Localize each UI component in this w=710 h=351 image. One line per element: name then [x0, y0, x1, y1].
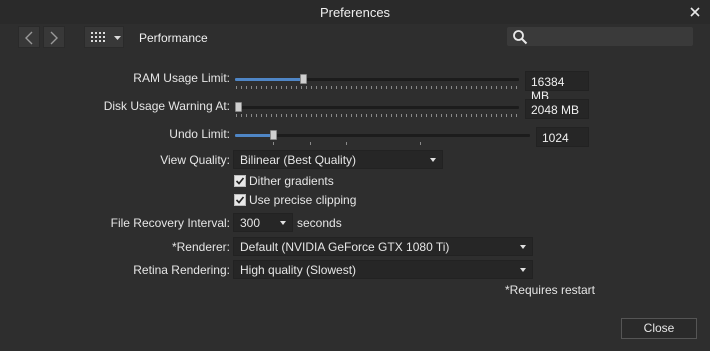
undo-limit-slider-handle[interactable] — [270, 130, 277, 140]
view-quality-label: View Quality: — [160, 153, 230, 167]
forward-button[interactable] — [43, 26, 65, 48]
caret-down-icon — [114, 36, 121, 40]
grid-icon — [91, 32, 105, 42]
undo-limit-field[interactable]: 1024 — [536, 127, 589, 147]
disk-warning-field[interactable]: 2048 MB — [525, 99, 589, 119]
disk-warning-ticks — [236, 114, 518, 117]
dropdown-arrow-icon — [430, 158, 436, 162]
retina-rendering-dropdown[interactable]: High quality (Slowest) — [233, 260, 533, 279]
undo-tick — [310, 142, 311, 145]
chevron-right-icon — [50, 31, 58, 45]
renderer-value: Default (NVIDIA GeForce GTX 1080 Ti) — [240, 240, 450, 254]
retina-rendering-label: Retina Rendering: — [133, 263, 230, 277]
recovery-interval-label: File Recovery Interval: — [110, 216, 230, 230]
recovery-interval-unit: seconds — [297, 216, 342, 230]
ram-limit-slider-fill — [235, 78, 303, 81]
recovery-interval-dropdown[interactable]: 300 — [233, 213, 293, 232]
renderer-label: *Renderer: — [171, 240, 230, 254]
view-quality-value: Bilinear (Best Quality) — [240, 153, 357, 167]
back-button[interactable] — [18, 26, 40, 48]
checkmark-icon — [235, 177, 245, 185]
undo-limit-label: Undo Limit: — [169, 127, 230, 141]
precise-clipping-label: Use precise clipping — [249, 193, 357, 207]
dropdown-arrow-icon — [520, 268, 526, 272]
dither-checkbox[interactable] — [234, 175, 246, 187]
view-quality-dropdown[interactable]: Bilinear (Best Quality) — [233, 150, 443, 169]
window-title: Preferences — [319, 5, 391, 20]
search-icon — [513, 30, 528, 45]
ram-limit-slider-handle[interactable] — [300, 74, 307, 84]
ram-limit-field[interactable]: 16384 MB — [525, 71, 589, 103]
section-title: Performance — [139, 31, 208, 45]
recovery-interval-value: 300 — [240, 216, 261, 230]
disk-warning-label: Disk Usage Warning At: — [103, 99, 230, 113]
dither-label: Dither gradients — [249, 174, 334, 188]
title-bar: Preferences — [0, 0, 710, 25]
close-icon[interactable] — [686, 3, 704, 21]
ram-limit-ticks — [236, 86, 518, 89]
toolbar: Performance — [0, 24, 710, 52]
restart-note: *Requires restart — [504, 283, 595, 297]
undo-tick — [420, 142, 421, 145]
precise-clipping-checkbox[interactable] — [234, 194, 246, 206]
undo-tick — [273, 142, 274, 145]
ram-limit-label: RAM Usage Limit: — [133, 71, 230, 85]
sections-menu-button[interactable] — [84, 26, 124, 48]
disk-warning-slider-handle[interactable] — [235, 102, 242, 112]
retina-rendering-value: High quality (Slowest) — [240, 263, 357, 277]
checkmark-icon — [235, 196, 245, 204]
dropdown-arrow-icon — [520, 245, 526, 249]
chevron-left-icon — [25, 31, 33, 45]
ram-limit-slider[interactable] — [235, 74, 519, 84]
search-input[interactable] — [507, 27, 693, 46]
undo-tick — [346, 142, 347, 145]
renderer-dropdown[interactable]: Default (NVIDIA GeForce GTX 1080 Ti) — [233, 237, 533, 256]
close-button[interactable]: Close — [621, 318, 697, 339]
undo-limit-slider[interactable] — [235, 130, 530, 140]
undo-limit-slider-fill — [235, 134, 273, 137]
disk-warning-slider[interactable] — [235, 102, 519, 112]
dropdown-arrow-icon — [280, 221, 286, 225]
